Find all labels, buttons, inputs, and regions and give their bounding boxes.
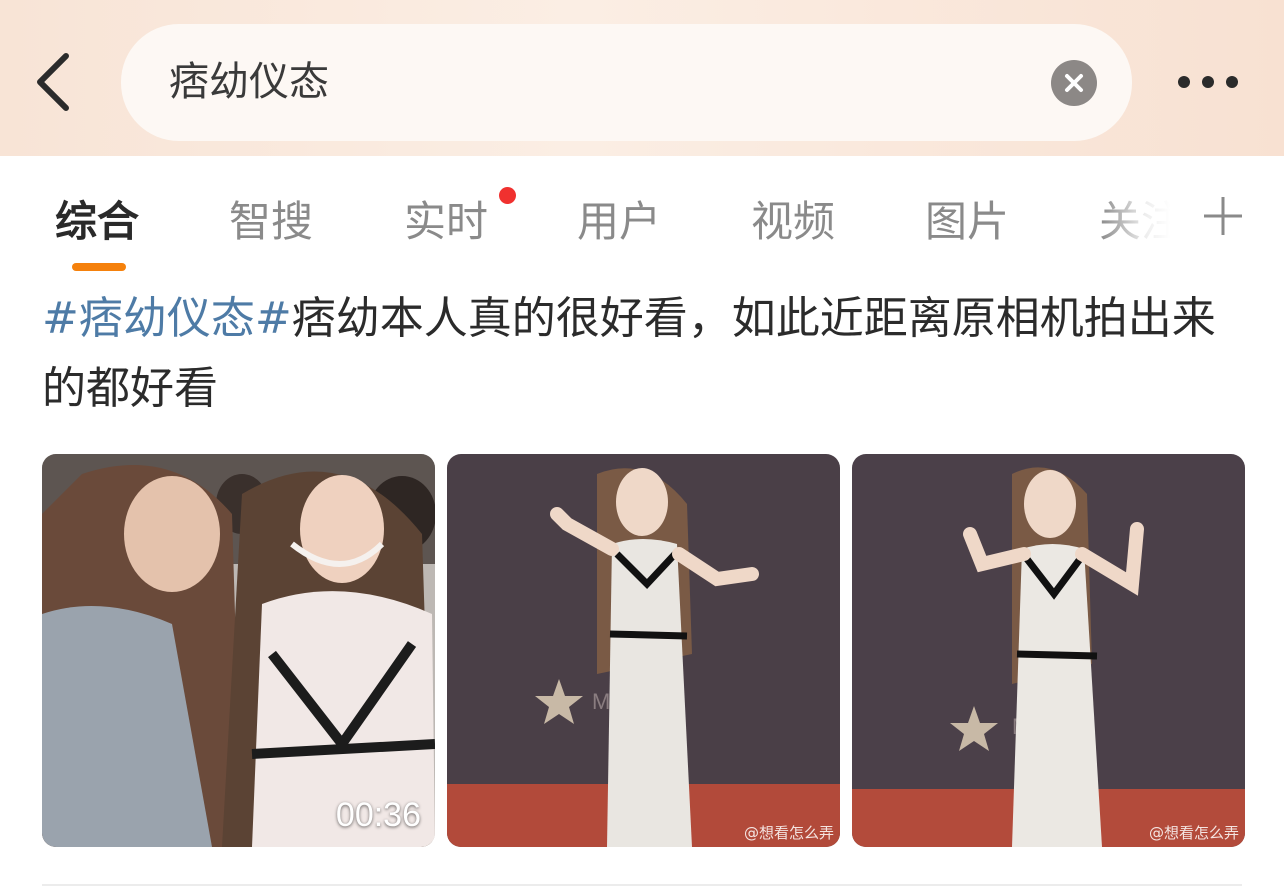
media-thumbnail-video[interactable]: 00:36 [42,454,435,847]
photo-thumbnail-image: MI MAI [447,454,840,847]
feed-divider [42,884,1242,886]
image-watermark: @想看怎么弄 [1148,824,1239,842]
tab-images[interactable]: 图片 [925,192,1009,252]
video-thumbnail-image [42,454,435,847]
search-bar[interactable]: 痞幼仪态 [121,24,1132,141]
plus-icon [1204,197,1242,235]
tab-smart-search[interactable]: 智搜 [229,192,313,252]
more-options-button[interactable] [1170,64,1250,104]
more-dot-icon [1202,76,1214,88]
top-bar: 痞幼仪态 [0,0,1284,156]
tab-realtime[interactable]: 实时 [404,192,488,252]
search-input[interactable]: 痞幼仪态 [169,54,329,110]
photo-thumbnail-image: MI MAI [852,454,1245,847]
add-tab-button[interactable] [1200,193,1246,239]
post-content[interactable]: #痞幼仪态#痞幼本人真的很好看，如此近距离原相机拍出来的都好看 [42,284,1242,424]
chevron-left-icon [37,53,69,111]
active-tab-indicator [72,263,126,271]
video-duration: 00:36 [335,796,421,834]
tab-video[interactable]: 视频 [751,192,835,252]
media-thumbnail-image[interactable]: MI MAI @想看怎么弄 [447,454,840,847]
image-watermark: @想看怎么弄 [743,824,834,842]
post-hashtag[interactable]: #痞幼仪态# [42,293,292,344]
more-dot-icon [1226,76,1238,88]
media-thumbnail-image[interactable]: MI MAI @想看怎么弄 [852,454,1245,847]
clear-search-button[interactable] [1051,60,1097,106]
search-tabs: 综合 智搜 实时 用户 视频 图片 关注 [0,156,1284,276]
realtime-notification-dot [499,187,516,204]
close-icon [1065,74,1083,92]
tab-users[interactable]: 用户 [577,192,661,252]
tab-follow[interactable]: 关注 [1099,192,1183,252]
back-button[interactable] [30,50,78,114]
tab-comprehensive[interactable]: 综合 [55,192,139,252]
more-dot-icon [1178,76,1190,88]
